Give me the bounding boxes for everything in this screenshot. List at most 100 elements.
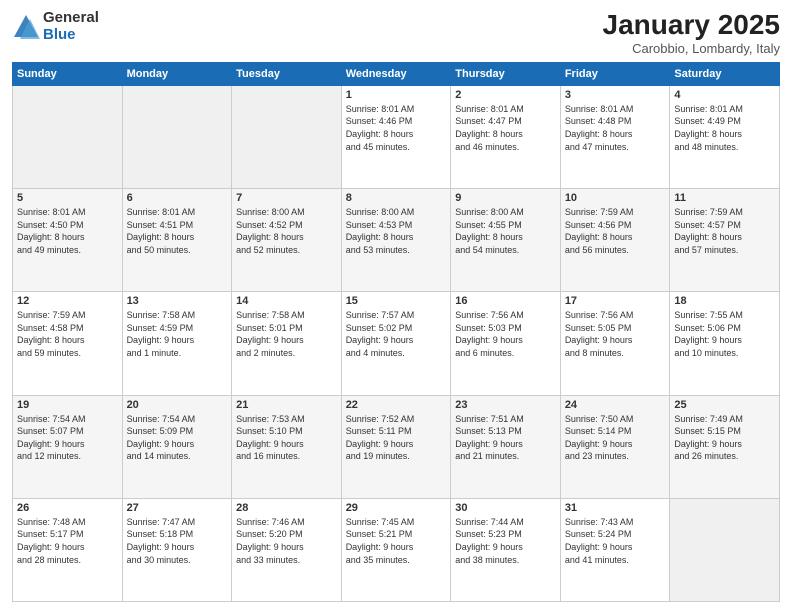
day-info: Sunrise: 7:49 AM Sunset: 5:15 PM Dayligh…: [674, 413, 775, 463]
calendar-day: 23 Sunrise: 7:51 AM Sunset: 5:13 PM Dayli…: [451, 395, 561, 498]
calendar-day: 10 Sunrise: 7:59 AM Sunset: 4:56 PM Dayli…: [560, 189, 670, 292]
calendar-table: Sunday Monday Tuesday Wednesday Thursday…: [12, 62, 780, 602]
calendar-week-1: 1 Sunrise: 8:01 AM Sunset: 4:46 PM Daylig…: [13, 85, 780, 188]
col-saturday: Saturday: [670, 62, 780, 85]
location: Carobbio, Lombardy, Italy: [603, 41, 780, 56]
calendar-week-2: 5 Sunrise: 8:01 AM Sunset: 4:50 PM Daylig…: [13, 189, 780, 292]
calendar-day: 25 Sunrise: 7:49 AM Sunset: 5:15 PM Dayli…: [670, 395, 780, 498]
calendar-day: 14Sunrise: 7:58 AM Sunset: 5:01 PM Dayli…: [232, 292, 342, 395]
day-info: Sunrise: 7:57 AM Sunset: 5:02 PM Dayligh…: [346, 309, 447, 359]
day-info: Sunrise: 7:55 AM Sunset: 5:06 PM Dayligh…: [674, 309, 775, 359]
day-number: 11: [674, 192, 775, 204]
day-info: Sunrise: 7:45 AM Sunset: 5:21 PM Dayligh…: [346, 516, 447, 566]
day-info: Sunrise: 8:00 AM Sunset: 4:55 PM Dayligh…: [455, 206, 556, 256]
calendar-day: 17Sunrise: 7:56 AM Sunset: 5:05 PM Dayli…: [560, 292, 670, 395]
calendar-header-row: Sunday Monday Tuesday Wednesday Thursday…: [13, 62, 780, 85]
day-number: 10: [565, 192, 666, 204]
calendar-day: 30Sunrise: 7:44 AM Sunset: 5:23 PM Dayli…: [451, 498, 561, 601]
calendar-day: 19 Sunrise: 7:54 AM Sunset: 5:07 PM Dayli…: [13, 395, 123, 498]
logo-text: General Blue: [43, 10, 99, 43]
logo: General Blue: [12, 10, 99, 43]
day-number: 7: [236, 192, 337, 204]
day-number: 5: [17, 192, 118, 204]
day-info: Sunrise: 7:59 AM Sunset: 4:56 PM Dayligh…: [565, 206, 666, 256]
calendar-day: 31Sunrise: 7:43 AM Sunset: 5:24 PM Dayli…: [560, 498, 670, 601]
calendar-day: 4 Sunrise: 8:01 AM Sunset: 4:49 PM Daylig…: [670, 85, 780, 188]
calendar-day: 27 Sunrise: 7:47 AM Sunset: 5:18 PM Dayli…: [122, 498, 232, 601]
day-info: Sunrise: 7:44 AM Sunset: 5:23 PM Dayligh…: [455, 516, 556, 566]
col-friday: Friday: [560, 62, 670, 85]
day-number: 9: [455, 192, 556, 204]
calendar-day: 5 Sunrise: 8:01 AM Sunset: 4:50 PM Daylig…: [13, 189, 123, 292]
page: General Blue January 2025 Carobbio, Lomb…: [0, 0, 792, 612]
day-number: 16: [455, 295, 556, 307]
calendar-day: 29 Sunrise: 7:45 AM Sunset: 5:21 PM Dayli…: [341, 498, 451, 601]
day-info: Sunrise: 7:46 AM Sunset: 5:20 PM Dayligh…: [236, 516, 337, 566]
day-info: Sunrise: 7:51 AM Sunset: 5:13 PM Dayligh…: [455, 413, 556, 463]
day-info: Sunrise: 8:00 AM Sunset: 4:53 PM Dayligh…: [346, 206, 447, 256]
calendar-week-4: 19 Sunrise: 7:54 AM Sunset: 5:07 PM Dayli…: [13, 395, 780, 498]
day-number: 21: [236, 399, 337, 411]
calendar-day: 9 Sunrise: 8:00 AM Sunset: 4:55 PM Daylig…: [451, 189, 561, 292]
logo-icon: [12, 13, 40, 41]
day-info: Sunrise: 7:47 AM Sunset: 5:18 PM Dayligh…: [127, 516, 228, 566]
calendar-week-3: 12Sunrise: 7:59 AM Sunset: 4:58 PM Dayli…: [13, 292, 780, 395]
day-number: 3: [565, 89, 666, 101]
calendar-day: 24 Sunrise: 7:50 AM Sunset: 5:14 PM Dayli…: [560, 395, 670, 498]
day-number: 24: [565, 399, 666, 411]
calendar-day: 11 Sunrise: 7:59 AM Sunset: 4:57 PM Dayli…: [670, 189, 780, 292]
day-number: 25: [674, 399, 775, 411]
calendar-day: 12Sunrise: 7:59 AM Sunset: 4:58 PM Dayli…: [13, 292, 123, 395]
day-number: 31: [565, 502, 666, 514]
logo-general: General: [43, 10, 99, 27]
day-info: Sunrise: 7:56 AM Sunset: 5:05 PM Dayligh…: [565, 309, 666, 359]
day-number: 12: [17, 295, 118, 307]
calendar-day: 8 Sunrise: 8:00 AM Sunset: 4:53 PM Daylig…: [341, 189, 451, 292]
day-number: 4: [674, 89, 775, 101]
day-info: Sunrise: 7:52 AM Sunset: 5:11 PM Dayligh…: [346, 413, 447, 463]
col-monday: Monday: [122, 62, 232, 85]
day-number: 20: [127, 399, 228, 411]
calendar-day: 20Sunrise: 7:54 AM Sunset: 5:09 PM Dayli…: [122, 395, 232, 498]
day-info: Sunrise: 7:54 AM Sunset: 5:07 PM Dayligh…: [17, 413, 118, 463]
day-number: 1: [346, 89, 447, 101]
day-info: Sunrise: 8:01 AM Sunset: 4:49 PM Dayligh…: [674, 103, 775, 153]
logo-blue: Blue: [43, 27, 99, 44]
day-number: 2: [455, 89, 556, 101]
col-sunday: Sunday: [13, 62, 123, 85]
col-wednesday: Wednesday: [341, 62, 451, 85]
day-info: Sunrise: 8:01 AM Sunset: 4:51 PM Dayligh…: [127, 206, 228, 256]
calendar-week-5: 26 Sunrise: 7:48 AM Sunset: 5:17 PM Dayli…: [13, 498, 780, 601]
day-number: 26: [17, 502, 118, 514]
calendar-day: 16Sunrise: 7:56 AM Sunset: 5:03 PM Dayli…: [451, 292, 561, 395]
day-number: 8: [346, 192, 447, 204]
day-number: 28: [236, 502, 337, 514]
calendar-day: 7 Sunrise: 8:00 AM Sunset: 4:52 PM Daylig…: [232, 189, 342, 292]
day-info: Sunrise: 8:01 AM Sunset: 4:50 PM Dayligh…: [17, 206, 118, 256]
day-number: 13: [127, 295, 228, 307]
day-number: 27: [127, 502, 228, 514]
day-info: Sunrise: 8:01 AM Sunset: 4:46 PM Dayligh…: [346, 103, 447, 153]
col-thursday: Thursday: [451, 62, 561, 85]
calendar-day: 3Sunrise: 8:01 AM Sunset: 4:48 PM Daylig…: [560, 85, 670, 188]
calendar-day: 15 Sunrise: 7:57 AM Sunset: 5:02 PM Dayli…: [341, 292, 451, 395]
calendar-day: 2 Sunrise: 8:01 AM Sunset: 4:47 PM Daylig…: [451, 85, 561, 188]
day-number: 15: [346, 295, 447, 307]
day-number: 18: [674, 295, 775, 307]
calendar-day: 13Sunrise: 7:58 AM Sunset: 4:59 PM Dayli…: [122, 292, 232, 395]
month-title: January 2025: [603, 10, 780, 41]
calendar-day: [13, 85, 123, 188]
day-number: 19: [17, 399, 118, 411]
calendar-day: 28 Sunrise: 7:46 AM Sunset: 5:20 PM Dayli…: [232, 498, 342, 601]
day-info: Sunrise: 7:48 AM Sunset: 5:17 PM Dayligh…: [17, 516, 118, 566]
day-info: Sunrise: 8:01 AM Sunset: 4:47 PM Dayligh…: [455, 103, 556, 153]
day-info: Sunrise: 7:59 AM Sunset: 4:57 PM Dayligh…: [674, 206, 775, 256]
day-number: 23: [455, 399, 556, 411]
day-number: 29: [346, 502, 447, 514]
day-number: 6: [127, 192, 228, 204]
calendar-day: [232, 85, 342, 188]
day-info: Sunrise: 8:00 AM Sunset: 4:52 PM Dayligh…: [236, 206, 337, 256]
calendar-day: 6 Sunrise: 8:01 AM Sunset: 4:51 PM Daylig…: [122, 189, 232, 292]
day-info: Sunrise: 7:50 AM Sunset: 5:14 PM Dayligh…: [565, 413, 666, 463]
day-info: Sunrise: 7:58 AM Sunset: 5:01 PM Dayligh…: [236, 309, 337, 359]
